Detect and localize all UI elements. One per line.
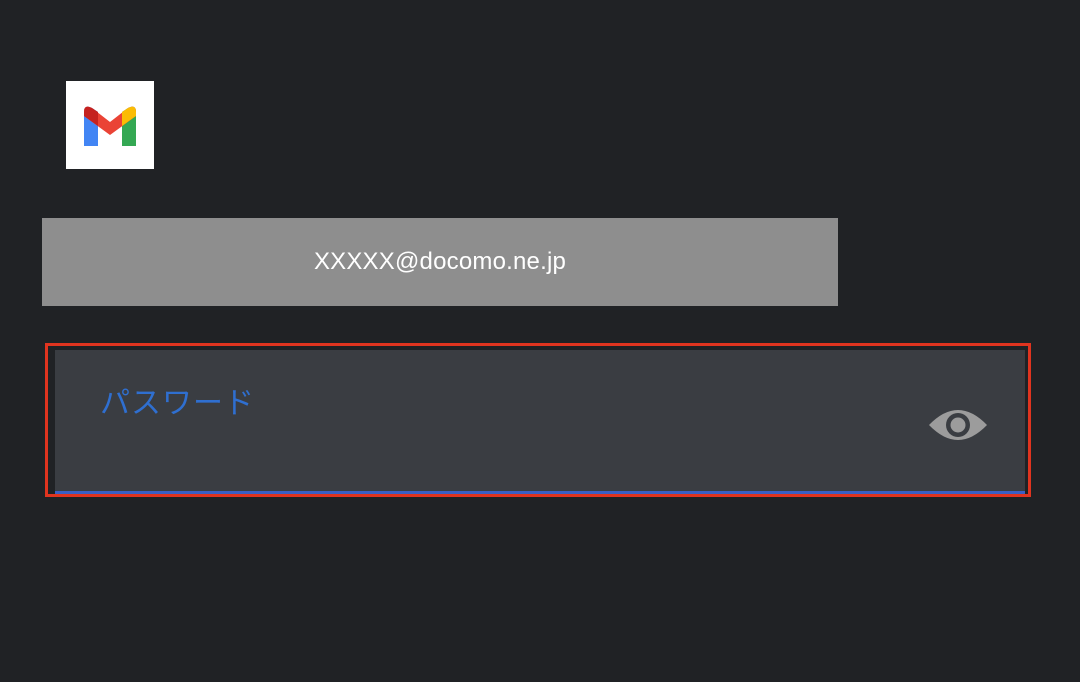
gmail-logo-icon xyxy=(84,106,136,146)
password-highlight-box xyxy=(45,343,1031,497)
account-email: XXXXX@docomo.ne.jp xyxy=(313,248,567,275)
account-email-display: XXXXX@docomo.ne.jp xyxy=(42,218,838,306)
gmail-logo xyxy=(66,81,154,169)
